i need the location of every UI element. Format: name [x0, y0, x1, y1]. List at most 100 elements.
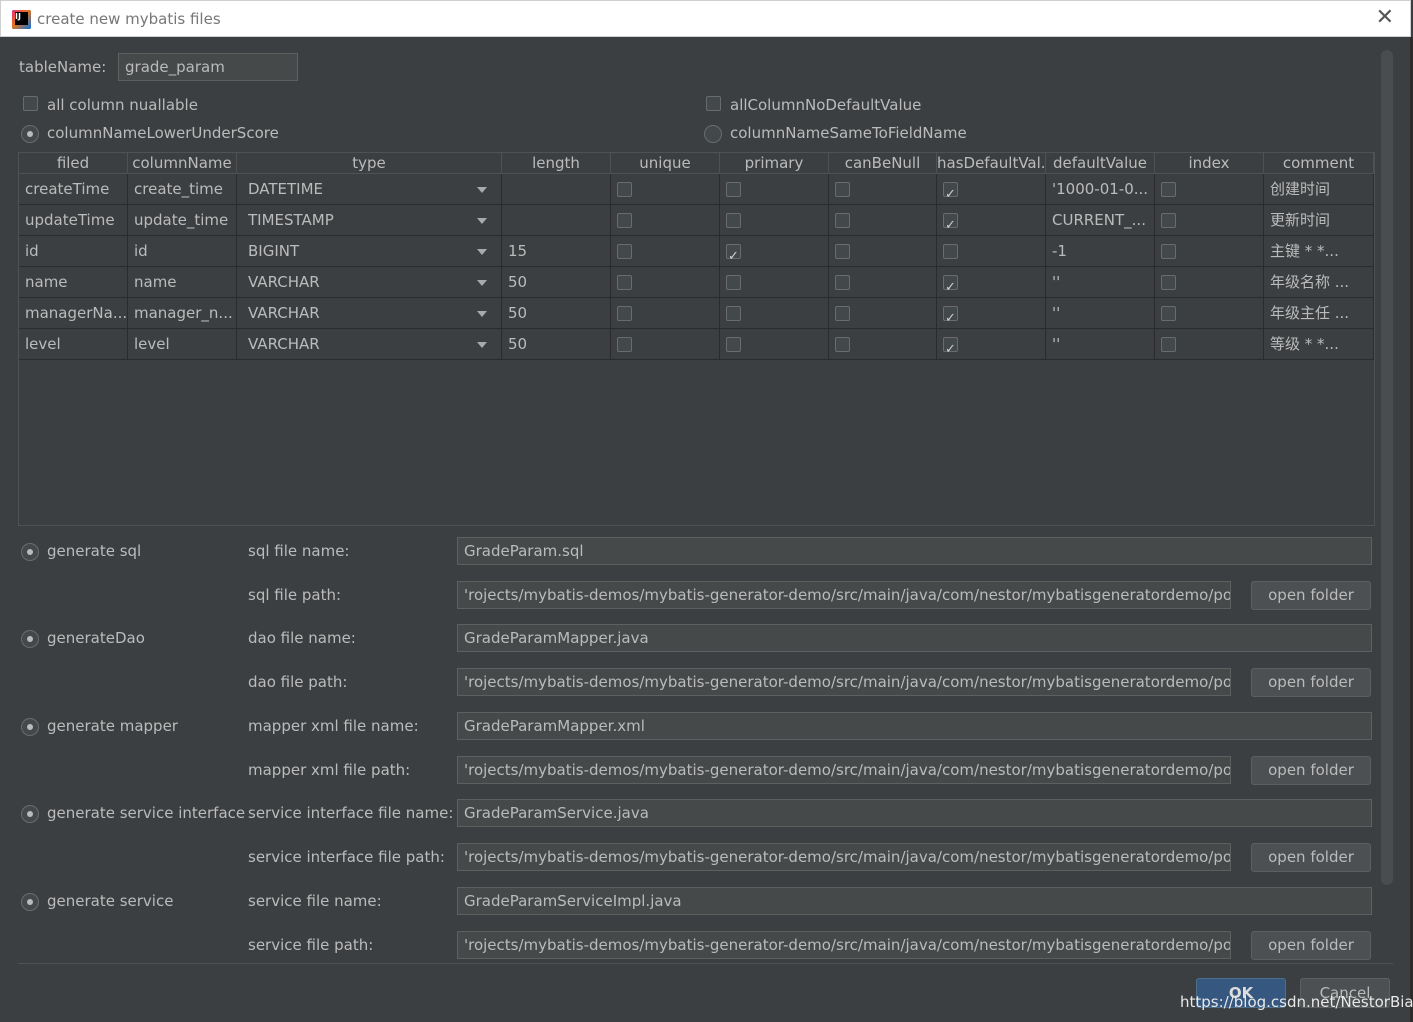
index-checkbox[interactable]	[1161, 182, 1176, 197]
cell-length[interactable]: 50	[502, 298, 611, 329]
cell-type[interactable]: VARCHAR	[237, 329, 502, 360]
cell-primary[interactable]	[720, 267, 829, 298]
sql-file-name-input[interactable]: GradeParam.sql	[457, 537, 1372, 565]
cell-comment[interactable]: 更新时间	[1264, 205, 1374, 236]
all-column-no-default-checkbox[interactable]	[706, 96, 721, 111]
cell-filed[interactable]: level	[19, 329, 128, 360]
generate-sql-radio[interactable]	[21, 543, 39, 561]
header-has-default-value[interactable]: hasDefaultVal...	[937, 153, 1046, 174]
cell-length[interactable]: 50	[502, 267, 611, 298]
generate-dao-radio[interactable]	[21, 630, 39, 648]
cell-unique[interactable]	[611, 267, 720, 298]
cell-has-default-value[interactable]	[937, 205, 1046, 236]
cell-default-value[interactable]: ''	[1046, 298, 1155, 329]
cell-unique[interactable]	[611, 205, 720, 236]
dao-file-name-input[interactable]: GradeParamMapper.java	[457, 624, 1372, 652]
index-checkbox[interactable]	[1161, 275, 1176, 290]
primary-checkbox[interactable]	[726, 182, 741, 197]
cell-primary[interactable]	[720, 236, 829, 267]
cell-has-default-value[interactable]	[937, 267, 1046, 298]
has-default-value-checkbox[interactable]	[943, 244, 958, 259]
primary-checkbox[interactable]	[726, 337, 741, 352]
unique-checkbox[interactable]	[617, 182, 632, 197]
cell-unique[interactable]	[611, 298, 720, 329]
header-primary[interactable]: primary	[720, 153, 829, 174]
cell-default-value[interactable]: ''	[1046, 329, 1155, 360]
index-checkbox[interactable]	[1161, 213, 1176, 228]
cell-can-be-null[interactable]	[829, 236, 937, 267]
has-default-value-checkbox[interactable]	[943, 180, 958, 204]
table-name-input[interactable]: grade_param	[118, 53, 298, 81]
cell-can-be-null[interactable]	[829, 205, 937, 236]
generate-service-radio[interactable]	[21, 893, 39, 911]
cell-default-value[interactable]: '1000-01-0...	[1046, 174, 1155, 205]
cell-unique[interactable]	[611, 236, 720, 267]
dao-file-path-input[interactable]: 'rojects/mybatis-demos/mybatis-generator…	[457, 668, 1231, 696]
cell-primary[interactable]	[720, 205, 829, 236]
index-checkbox[interactable]	[1161, 337, 1176, 352]
cell-type[interactable]: BIGINT	[237, 236, 502, 267]
cell-length[interactable]: 50	[502, 329, 611, 360]
close-icon[interactable]: ✕	[1376, 6, 1394, 30]
unique-checkbox[interactable]	[617, 306, 632, 321]
generate-service-interface-radio[interactable]	[21, 805, 39, 823]
primary-checkbox[interactable]	[726, 242, 741, 266]
service-interface-file-path-input[interactable]: 'rojects/mybatis-demos/mybatis-generator…	[457, 843, 1231, 871]
has-default-value-checkbox[interactable]	[943, 273, 958, 297]
generate-mapper-radio[interactable]	[21, 718, 39, 736]
cell-filed[interactable]: managerNa...	[19, 298, 128, 329]
cell-column-name[interactable]: create_time	[128, 174, 237, 205]
can-be-null-checkbox[interactable]	[835, 275, 850, 290]
primary-checkbox[interactable]	[726, 306, 741, 321]
cell-index[interactable]	[1155, 205, 1264, 236]
chevron-down-icon[interactable]	[477, 187, 487, 193]
cell-length[interactable]	[502, 205, 611, 236]
cell-filed[interactable]: name	[19, 267, 128, 298]
has-default-value-checkbox[interactable]	[943, 335, 958, 359]
can-be-null-checkbox[interactable]	[835, 213, 850, 228]
cell-filed[interactable]: updateTime	[19, 205, 128, 236]
cell-index[interactable]	[1155, 174, 1264, 205]
cell-can-be-null[interactable]	[829, 174, 937, 205]
cell-index[interactable]	[1155, 267, 1264, 298]
cell-has-default-value[interactable]	[937, 329, 1046, 360]
service-file-name-input[interactable]: GradeParamServiceImpl.java	[457, 887, 1372, 915]
cell-type[interactable]: DATETIME	[237, 174, 502, 205]
service-interface-open-folder-button[interactable]: open folder	[1251, 843, 1371, 872]
can-be-null-checkbox[interactable]	[835, 306, 850, 321]
header-unique[interactable]: unique	[611, 153, 720, 174]
cell-default-value[interactable]: -1	[1046, 236, 1155, 267]
cell-comment[interactable]: 主键 * *...	[1264, 236, 1374, 267]
header-filed[interactable]: filed	[19, 153, 128, 174]
cell-unique[interactable]	[611, 174, 720, 205]
primary-checkbox[interactable]	[726, 275, 741, 290]
cell-comment[interactable]: 创建时间	[1264, 174, 1374, 205]
cell-has-default-value[interactable]	[937, 174, 1046, 205]
cell-index[interactable]	[1155, 236, 1264, 267]
cell-unique[interactable]	[611, 329, 720, 360]
cell-has-default-value[interactable]	[937, 236, 1046, 267]
cell-column-name[interactable]: id	[128, 236, 237, 267]
cell-filed[interactable]: createTime	[19, 174, 128, 205]
service-interface-file-name-input[interactable]: GradeParamService.java	[457, 799, 1372, 827]
header-type[interactable]: type	[237, 153, 502, 174]
cell-primary[interactable]	[720, 329, 829, 360]
mapper-open-folder-button[interactable]: open folder	[1251, 756, 1371, 785]
has-default-value-checkbox[interactable]	[943, 304, 958, 328]
can-be-null-checkbox[interactable]	[835, 244, 850, 259]
cell-index[interactable]	[1155, 298, 1264, 329]
cell-column-name[interactable]: update_time	[128, 205, 237, 236]
cell-filed[interactable]: id	[19, 236, 128, 267]
cell-length[interactable]: 15	[502, 236, 611, 267]
chevron-down-icon[interactable]	[477, 280, 487, 286]
cell-comment[interactable]: 年级名称 ...	[1264, 267, 1374, 298]
chevron-down-icon[interactable]	[477, 311, 487, 317]
mapper-file-name-input[interactable]: GradeParamMapper.xml	[457, 712, 1372, 740]
sql-open-folder-button[interactable]: open folder	[1251, 581, 1371, 610]
unique-checkbox[interactable]	[617, 275, 632, 290]
can-be-null-checkbox[interactable]	[835, 337, 850, 352]
same-to-field-radio[interactable]	[704, 125, 722, 143]
index-checkbox[interactable]	[1161, 306, 1176, 321]
vertical-scrollbar[interactable]	[1381, 50, 1393, 885]
header-can-be-null[interactable]: canBeNull	[829, 153, 937, 174]
